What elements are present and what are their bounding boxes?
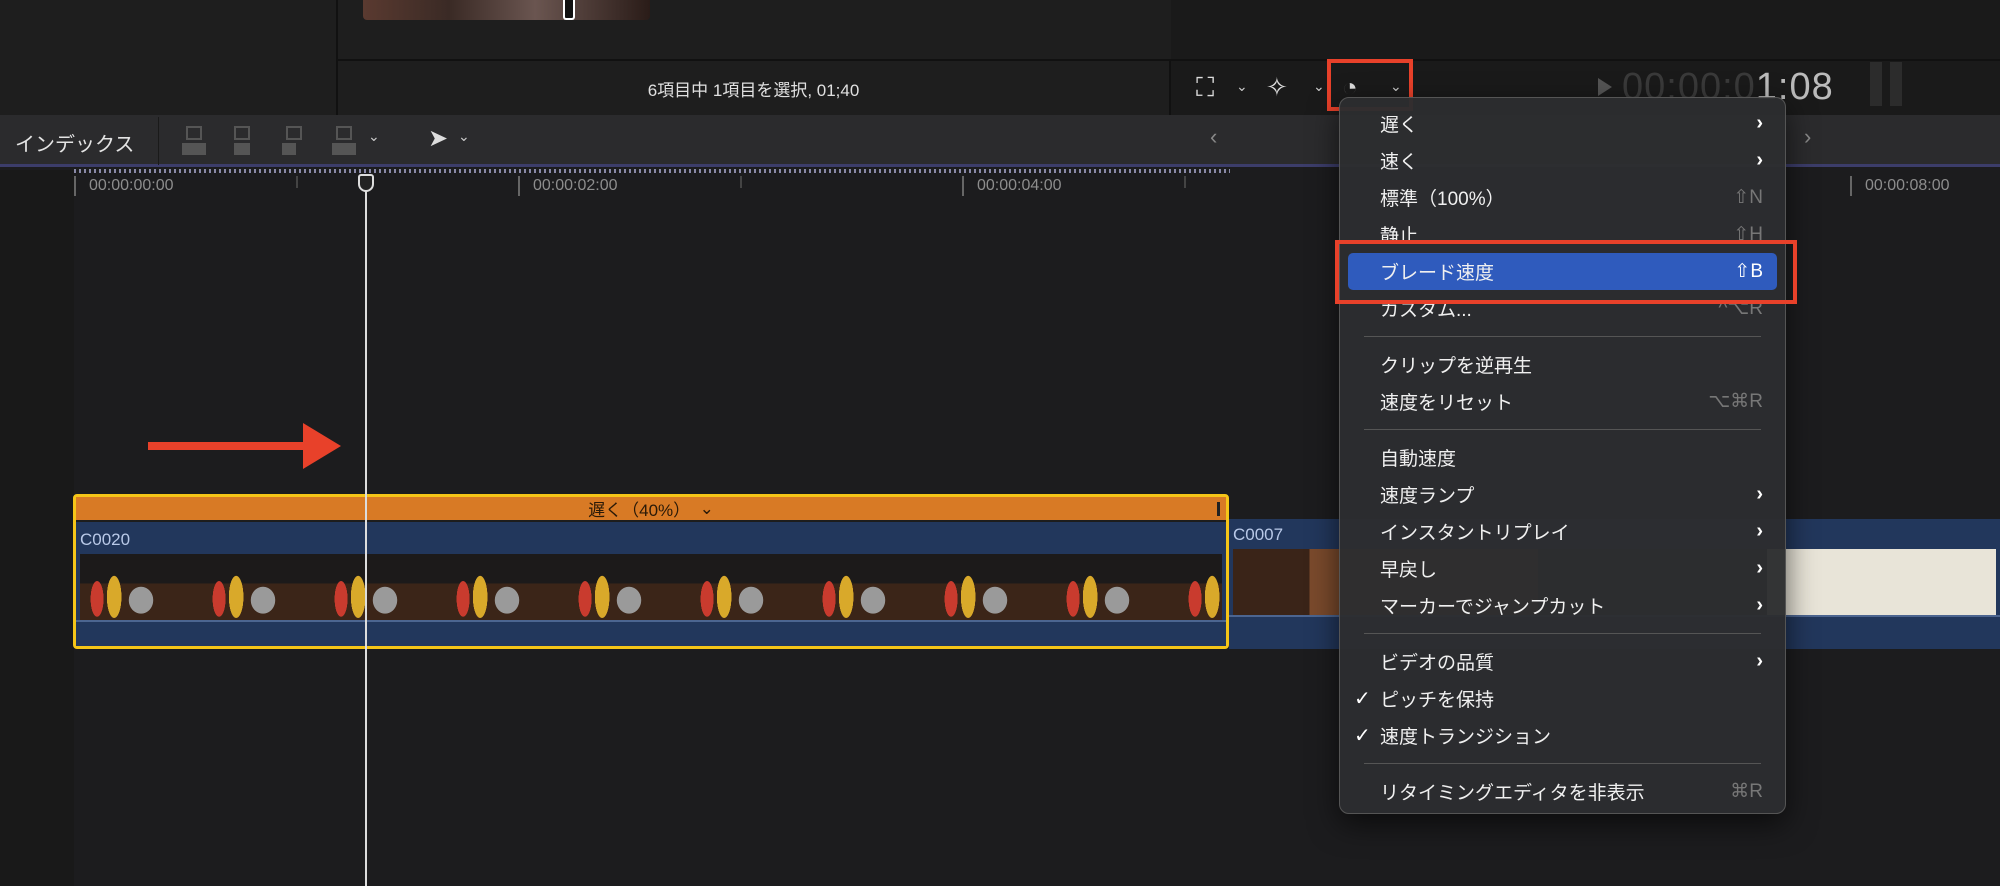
- chevron-down-icon[interactable]: ⌄: [458, 128, 470, 145]
- menu-separator: [1364, 633, 1761, 634]
- menu-item[interactable]: 早戻し ›: [1348, 550, 1777, 587]
- menu-separator: [1364, 336, 1761, 337]
- ruler-label: 00:00:00:00: [89, 177, 174, 194]
- play-icon[interactable]: [1598, 78, 1612, 96]
- menu-item-label: 速度ランプ: [1380, 486, 1475, 507]
- menu-item[interactable]: マーカーでジャンプカット ›: [1348, 587, 1777, 624]
- audio-meter-icon: [1870, 62, 1906, 106]
- menu-item-label: インスタントリプレイ: [1380, 523, 1570, 544]
- ruler-tick: [518, 176, 520, 196]
- menu-item-label: 自動速度: [1380, 449, 1457, 470]
- divider: [158, 117, 159, 165]
- insert-clip-icon[interactable]: [228, 126, 256, 156]
- menu-item-label: マーカーでジャンプカット: [1380, 597, 1606, 618]
- browser-clip-thumbnail[interactable]: [363, 0, 650, 20]
- checkmark-icon: ✓: [1354, 725, 1371, 747]
- clip-name: C0020: [80, 530, 131, 549]
- chevron-down-icon[interactable]: ⌄: [1313, 78, 1325, 95]
- chevron-right-icon: ›: [1756, 112, 1763, 134]
- menu-item[interactable]: 自動速度: [1348, 439, 1777, 476]
- retime-menu: 遅く › 速く › 標準（100%） ⇧N 静止 ⇧H ブレード速度 ⇧B カスタム... ^⌥R クリ…: [1339, 97, 1786, 814]
- chevron-right-icon: ›: [1756, 594, 1763, 616]
- select-tool-icon[interactable]: ➤: [428, 124, 448, 154]
- menu-shortcut: ⌘R: [1730, 781, 1763, 802]
- menu-item-label: 速度をリセット: [1380, 393, 1514, 414]
- ruler-tick: [740, 176, 742, 188]
- ruler-label: 00:00:02:00: [533, 177, 618, 194]
- chevron-right-icon: ›: [1756, 483, 1763, 505]
- annotation-arrow: [148, 423, 341, 469]
- browser-status: 6項目中 1項目を選択, 01;40: [338, 61, 1171, 115]
- chevron-right-icon: ›: [1756, 520, 1763, 542]
- playhead[interactable]: [365, 178, 367, 886]
- magic-wand-icon[interactable]: ✧: [1266, 72, 1288, 102]
- previous-icon[interactable]: ‹: [1210, 124, 1217, 150]
- menu-item[interactable]: 標準（100%） ⇧N: [1348, 179, 1777, 216]
- chevron-down-icon[interactable]: ⌄: [1236, 78, 1248, 95]
- clip-name: C0007: [1233, 525, 1284, 544]
- libraries-panel: [0, 0, 338, 115]
- ruler-label: 00:00:04:00: [977, 177, 1062, 194]
- menu-item-label: 速く: [1380, 152, 1419, 173]
- menu-item[interactable]: リタイミングエディタを非表示 ⌘R: [1348, 773, 1777, 810]
- ruler-tick: [962, 176, 964, 196]
- menu-separator: [1364, 763, 1761, 764]
- next-icon[interactable]: ›: [1804, 124, 1811, 150]
- menu-item[interactable]: ✓ 速度トランジション: [1348, 717, 1777, 754]
- ruler-tick: [1850, 176, 1852, 196]
- playhead-handle[interactable]: [358, 174, 374, 192]
- ruler-tick: [296, 176, 298, 188]
- menu-item[interactable]: インスタントリプレイ ›: [1348, 513, 1777, 550]
- ruler-tick: [74, 176, 76, 196]
- menu-item[interactable]: 速く ›: [1348, 142, 1777, 179]
- annotation-box-blade-speed: [1335, 240, 1797, 304]
- menu-item[interactable]: 速度ランプ ›: [1348, 476, 1777, 513]
- chevron-down-icon[interactable]: ⌄: [700, 499, 714, 519]
- menu-item[interactable]: ✓ ピッチを保持: [1348, 680, 1777, 717]
- retime-label: 遅く（40%）: [588, 501, 691, 520]
- audio-divider: [76, 620, 1226, 622]
- retime-bar[interactable]: 遅く（40%） ⌄: [76, 497, 1226, 522]
- menu-shortcut: ⇧N: [1733, 187, 1763, 208]
- range-indicator: [74, 169, 1230, 173]
- index-button[interactable]: インデックス: [15, 128, 134, 157]
- timeline-gutter: [0, 170, 74, 886]
- checkmark-icon: ✓: [1354, 688, 1371, 710]
- menu-item-label: ビデオの品質: [1380, 653, 1495, 674]
- chevron-down-icon[interactable]: ⌄: [368, 128, 380, 145]
- menu-item-label: ピッチを保持: [1380, 690, 1495, 711]
- connect-clip-icon[interactable]: [180, 126, 208, 156]
- transform-icon[interactable]: ⛶: [1196, 72, 1214, 102]
- chevron-right-icon: ›: [1756, 650, 1763, 672]
- menu-item[interactable]: 遅く ›: [1348, 105, 1777, 142]
- chevron-right-icon: ›: [1756, 557, 1763, 579]
- menu-shortcut: ⌥⌘R: [1708, 391, 1763, 412]
- menu-item-label: 速度トランジション: [1380, 727, 1552, 748]
- chevron-right-icon: ›: [1756, 149, 1763, 171]
- timeline-clip-c0020[interactable]: 遅く（40%） ⌄ C0020: [73, 494, 1229, 649]
- menu-item[interactable]: 速度をリセット ⌥⌘R: [1348, 383, 1777, 420]
- menu-item-label: 早戻し: [1380, 560, 1438, 581]
- menu-item-label: クリップを逆再生: [1380, 356, 1533, 377]
- menu-item[interactable]: クリップを逆再生: [1348, 346, 1777, 383]
- ruler-label: 00:00:08:00: [1865, 177, 1950, 194]
- menu-item[interactable]: ビデオの品質 ›: [1348, 643, 1777, 680]
- menu-item-label: 標準（100%）: [1380, 189, 1505, 210]
- menu-item-label: 遅く: [1380, 115, 1419, 136]
- skimmer-handle[interactable]: [563, 0, 575, 20]
- ruler-tick: [1184, 176, 1186, 188]
- menu-separator: [1364, 429, 1761, 430]
- append-clip-icon[interactable]: [280, 126, 308, 156]
- overwrite-clip-icon[interactable]: [330, 126, 358, 156]
- menu-item-label: リタイミングエディタを非表示: [1380, 783, 1645, 804]
- clip-filmstrip: [80, 554, 1222, 620]
